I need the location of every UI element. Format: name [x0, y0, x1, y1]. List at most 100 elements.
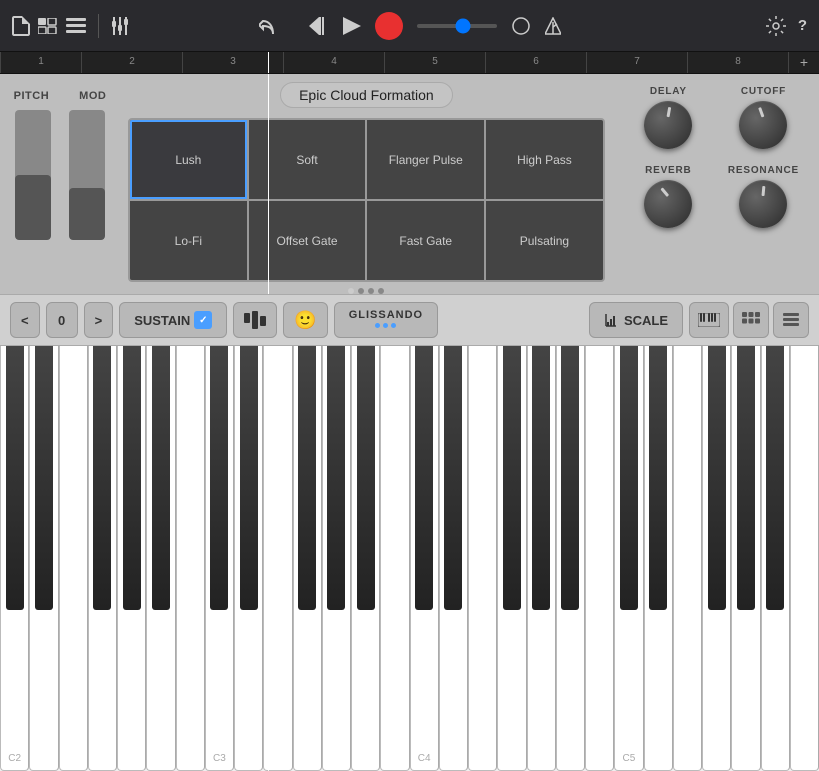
pad-pulsating[interactable]: Pulsating [486, 201, 603, 280]
playhead-ruler [268, 52, 269, 73]
record-button[interactable] [375, 12, 403, 40]
glissando-dot-2 [383, 323, 388, 328]
keyboard-area: C2C3C4C5 [0, 346, 819, 771]
metronome-icon[interactable] [545, 17, 561, 35]
knob-group-delay: DELAY [633, 86, 704, 149]
black-key[interactable] [561, 346, 579, 610]
black-key[interactable] [708, 346, 726, 610]
black-key[interactable] [415, 346, 433, 610]
emoji-button[interactable]: 🙂 [283, 302, 327, 338]
pad-lush[interactable]: Lush [130, 120, 247, 199]
file-icon[interactable] [12, 16, 30, 36]
black-key[interactable] [93, 346, 111, 610]
reverb-knob[interactable] [644, 180, 692, 228]
undo-icon[interactable] [259, 17, 279, 35]
rewind-button[interactable] [309, 17, 329, 35]
note-label: C5 [622, 753, 635, 764]
glissando-button[interactable]: GLISSANDO [334, 302, 438, 338]
chord-view-button[interactable] [733, 302, 769, 338]
glissando-dots [375, 323, 396, 328]
sustain-toggle[interactable]: ✓ [194, 311, 212, 329]
pads-section: Epic Cloud Formation Lush Soft Flanger P… [120, 74, 613, 294]
note-label: C4 [418, 753, 431, 764]
black-key[interactable] [532, 346, 550, 610]
page-dot-4[interactable] [378, 288, 384, 294]
black-key[interactable] [444, 346, 462, 610]
help-icon[interactable]: ? [798, 17, 807, 34]
pad-offset-gate[interactable]: Offset Gate [249, 201, 366, 280]
white-key[interactable] [673, 346, 702, 771]
ruler-mark-8: 8 [687, 52, 788, 73]
ruler-marks: 1 2 3 4 5 6 7 8 + [0, 52, 819, 73]
white-key[interactable] [263, 346, 292, 771]
black-key[interactable] [240, 346, 258, 610]
knob-group-resonance: RESONANCE [728, 165, 799, 228]
resonance-label: RESONANCE [728, 165, 799, 176]
note-label: C2 [8, 753, 21, 764]
resonance-knob[interactable] [739, 180, 787, 228]
black-key[interactable] [620, 346, 638, 610]
white-key[interactable] [790, 346, 819, 771]
ruler-mark-1: 1 [0, 52, 81, 73]
black-key[interactable] [327, 346, 345, 610]
white-key[interactable] [380, 346, 409, 771]
keyboard-view-button[interactable] [689, 302, 729, 338]
white-key[interactable] [59, 346, 88, 771]
pads-grid: Lush Soft Flanger Pulse High Pass Lo-Fi … [128, 118, 605, 282]
volume-slider[interactable] [417, 24, 497, 28]
knob-group-reverb: REVERB [633, 165, 704, 228]
octave-down-button[interactable]: < [10, 302, 40, 338]
mixer-icon[interactable] [111, 17, 129, 35]
mod-label: MOD [79, 90, 106, 102]
white-key[interactable] [176, 346, 205, 771]
list-view-button[interactable] [773, 302, 809, 338]
knob-group-cutoff: CUTOFF [728, 86, 799, 149]
page-dot-2[interactable] [358, 288, 364, 294]
sustain-button[interactable]: SUSTAIN ✓ [119, 302, 227, 338]
black-key[interactable] [503, 346, 521, 610]
pad-flanger-pulse[interactable]: Flanger Pulse [367, 120, 484, 199]
black-key[interactable] [152, 346, 170, 610]
pad-high-pass[interactable]: High Pass [486, 120, 603, 199]
arp-button[interactable] [233, 302, 277, 338]
delay-knob[interactable] [644, 101, 692, 149]
white-key[interactable] [468, 346, 497, 771]
cutoff-label: CUTOFF [741, 86, 786, 97]
tracks-icon[interactable] [66, 18, 86, 34]
reverb-label: REVERB [645, 165, 691, 176]
page-dots [348, 288, 384, 294]
view-buttons [689, 302, 809, 338]
octave-up-button[interactable]: > [84, 302, 114, 338]
page-dot-1[interactable] [348, 288, 354, 294]
pad-fast-gate[interactable]: Fast Gate [367, 201, 484, 280]
sliders-row [15, 110, 105, 240]
play-button[interactable] [343, 17, 361, 35]
black-key[interactable] [123, 346, 141, 610]
black-key[interactable] [649, 346, 667, 610]
black-key[interactable] [737, 346, 755, 610]
black-key[interactable] [766, 346, 784, 610]
black-key[interactable] [298, 346, 316, 610]
page-dot-3[interactable] [368, 288, 374, 294]
toolbar-left [12, 14, 129, 38]
pitch-slider[interactable] [15, 110, 51, 240]
cutoff-knob[interactable] [739, 101, 787, 149]
white-key[interactable] [585, 346, 614, 771]
scale-button[interactable]: SCALE [589, 302, 683, 338]
black-key[interactable] [357, 346, 375, 610]
mod-slider[interactable] [69, 110, 105, 240]
ruler-mark-plus[interactable]: + [788, 52, 819, 73]
preset-name[interactable]: Epic Cloud Formation [280, 82, 453, 108]
pad-lo-fi[interactable]: Lo-Fi [130, 201, 247, 280]
ruler-mark-5: 5 [384, 52, 485, 73]
ruler-mark-7: 7 [586, 52, 687, 73]
pad-soft[interactable]: Soft [249, 120, 366, 199]
settings-icon[interactable] [766, 16, 786, 36]
pitch-label: PITCH [14, 90, 50, 102]
black-key[interactable] [210, 346, 228, 610]
black-key[interactable] [6, 346, 24, 610]
master-volume-icon [511, 17, 531, 35]
ruler-mark-6: 6 [485, 52, 586, 73]
black-key[interactable] [35, 346, 53, 610]
scenes-icon[interactable] [38, 18, 58, 34]
